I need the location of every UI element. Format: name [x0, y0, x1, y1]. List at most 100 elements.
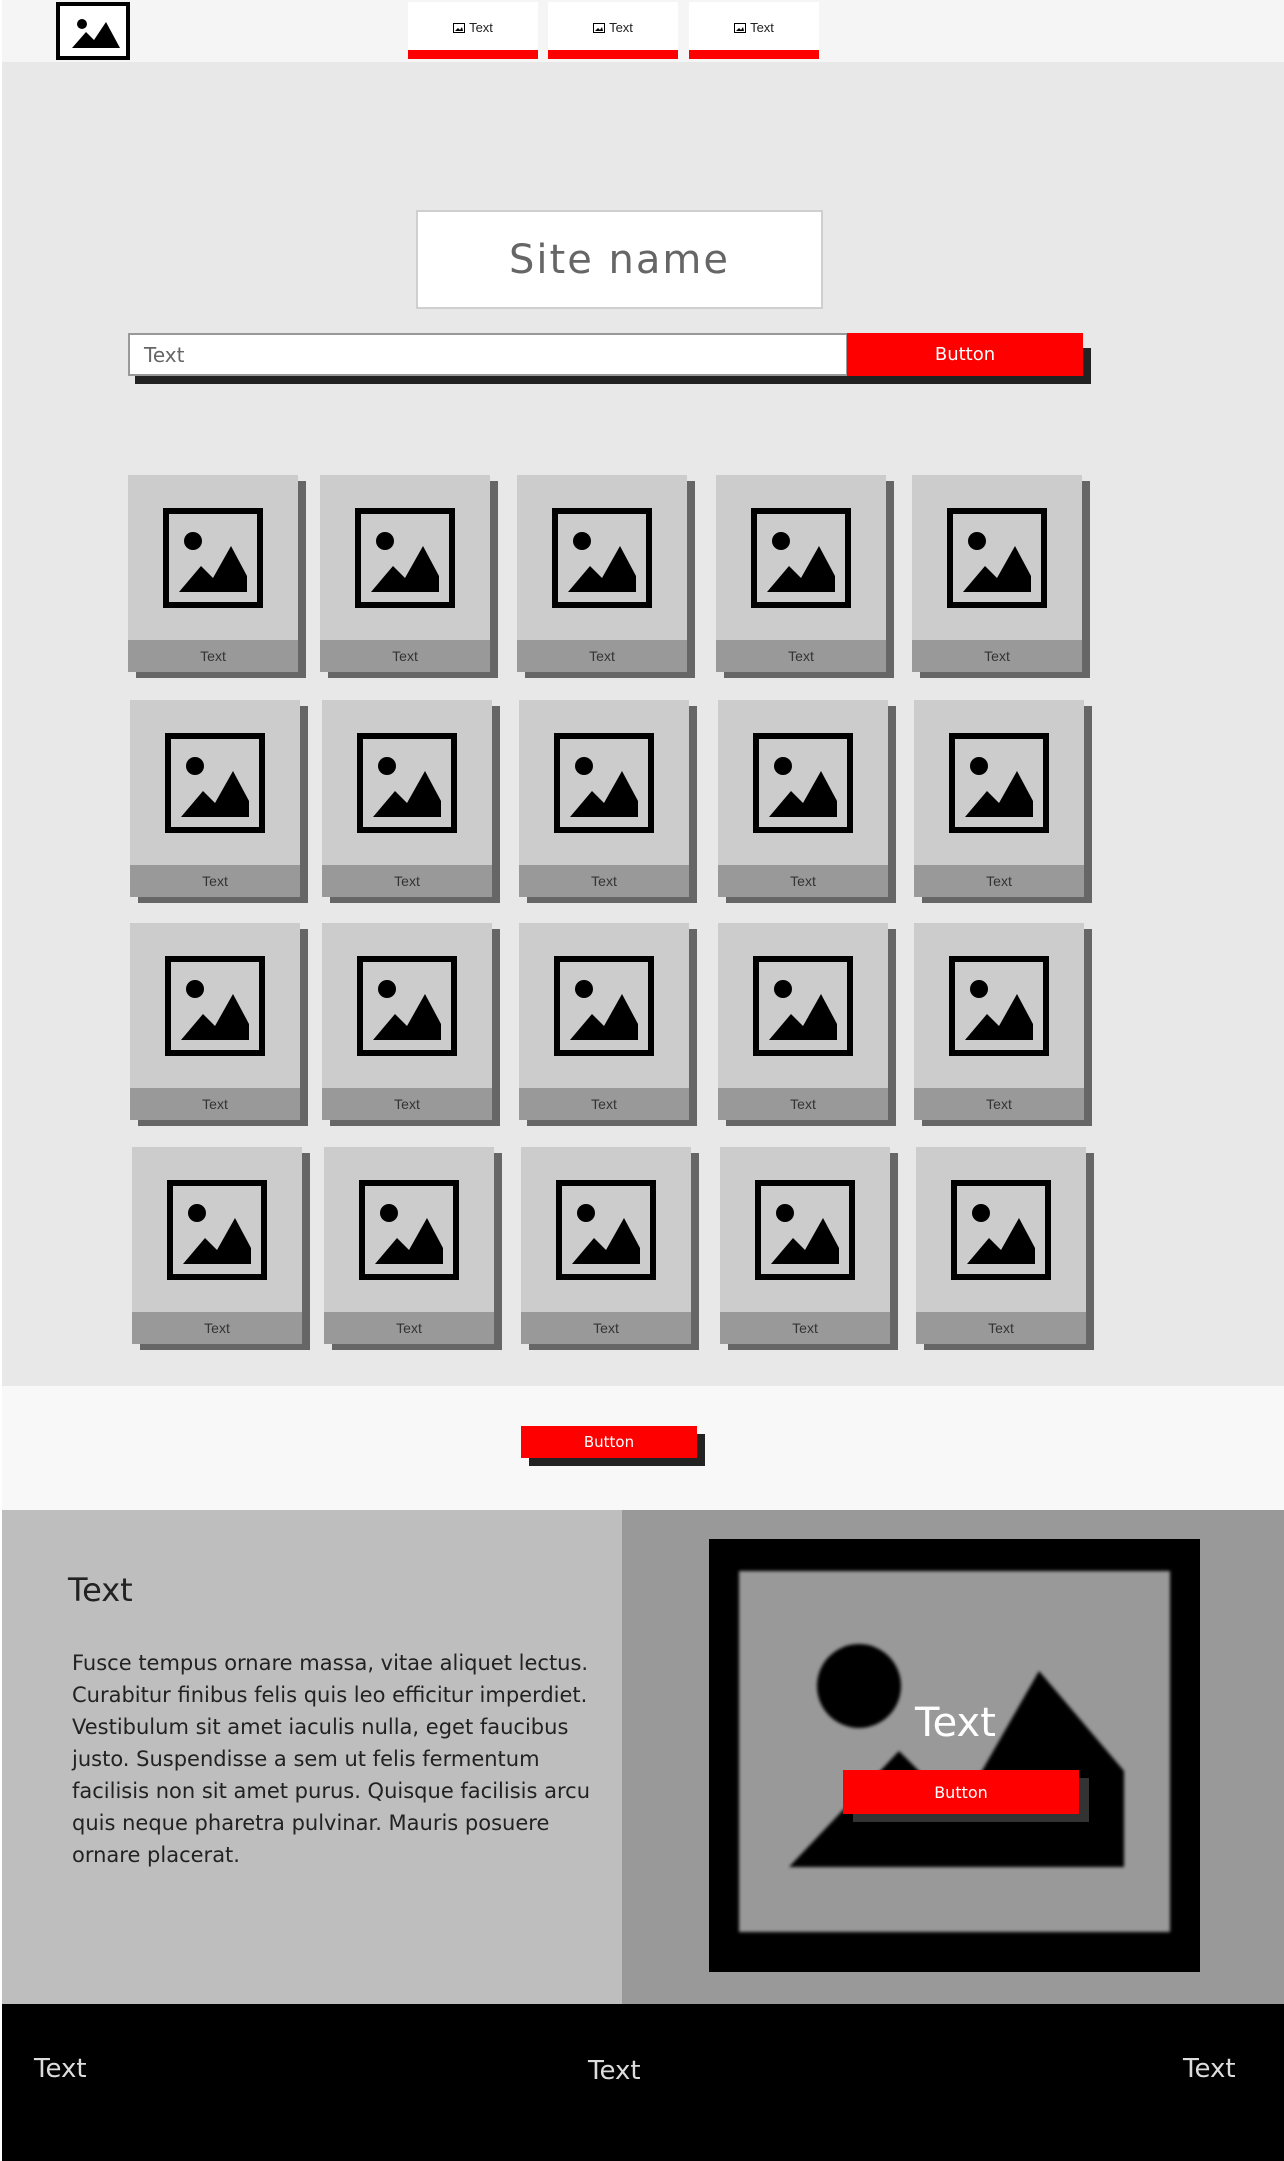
image-icon — [163, 508, 263, 608]
card-label: Text — [130, 1088, 300, 1120]
card-label: Text — [716, 640, 886, 672]
image-icon — [554, 956, 654, 1056]
image-icon — [734, 23, 747, 33]
image-icon — [556, 1180, 656, 1280]
card-face: Text — [130, 923, 300, 1120]
gallery-card[interactable]: Text — [914, 923, 1092, 1126]
image-icon — [753, 956, 853, 1056]
card-face: Text — [914, 700, 1084, 897]
card-label: Text — [130, 865, 300, 897]
card-label: Text — [914, 1088, 1084, 1120]
gallery-card[interactable]: Text — [716, 475, 894, 678]
footer-link-right[interactable]: Text — [1183, 2054, 1236, 2084]
card-label: Text — [916, 1312, 1086, 1344]
nav-tab-1[interactable]: Text — [408, 2, 538, 59]
image-icon — [593, 23, 606, 33]
gallery-card[interactable]: Text — [320, 475, 498, 678]
image-icon — [755, 1180, 855, 1280]
card-label: Text — [320, 640, 490, 672]
image-icon — [355, 508, 455, 608]
card-face: Text — [718, 700, 888, 897]
gallery-card[interactable]: Text — [132, 1147, 310, 1350]
card-face: Text — [324, 1147, 494, 1344]
card-face: Text — [519, 923, 689, 1120]
image-icon — [359, 1180, 459, 1280]
card-face: Text — [720, 1147, 890, 1344]
gallery-card[interactable]: Text — [912, 475, 1090, 678]
card-face: Text — [716, 475, 886, 672]
feature-body: Fusce tempus ornare massa, vitae aliquet… — [72, 1651, 591, 1867]
card-label: Text — [718, 865, 888, 897]
feature-overlay-text: Text — [915, 1700, 996, 1746]
gallery-card[interactable]: Text — [914, 700, 1092, 903]
card-label: Text — [720, 1312, 890, 1344]
nav-tab-label: Text — [469, 20, 493, 35]
card-label: Text — [128, 640, 298, 672]
nav-tab-label: Text — [609, 20, 633, 35]
image-icon — [165, 956, 265, 1056]
feature-button[interactable]: Button — [843, 1770, 1079, 1814]
gallery-card[interactable]: Text — [916, 1147, 1094, 1350]
gallery-card[interactable]: Text — [324, 1147, 502, 1350]
gallery-card[interactable]: Text — [519, 700, 697, 903]
image-icon — [753, 733, 853, 833]
card-face: Text — [521, 1147, 691, 1344]
nav-tab-3[interactable]: Text — [689, 2, 819, 59]
card-label: Text — [519, 865, 689, 897]
card-face: Text — [519, 700, 689, 897]
gallery-card[interactable]: Text — [718, 923, 896, 1126]
image-icon — [949, 956, 1049, 1056]
card-label: Text — [132, 1312, 302, 1344]
card-label: Text — [718, 1088, 888, 1120]
image-icon — [167, 1180, 267, 1280]
card-face: Text — [320, 475, 490, 672]
card-face: Text — [132, 1147, 302, 1344]
gallery-card[interactable]: Text — [322, 700, 500, 903]
gallery-card[interactable]: Text — [130, 700, 308, 903]
gallery-card[interactable]: Text — [718, 700, 896, 903]
footer-link-left[interactable]: Text — [34, 2054, 87, 2084]
card-face: Text — [322, 923, 492, 1120]
image-icon — [949, 733, 1049, 833]
gallery-card[interactable]: Text — [322, 923, 500, 1126]
card-face: Text — [322, 700, 492, 897]
nav-tab-label: Text — [750, 20, 774, 35]
nav-tab-2[interactable]: Text — [548, 2, 678, 59]
feature-title: Text — [68, 1571, 133, 1609]
gallery-card[interactable]: Text — [720, 1147, 898, 1350]
card-label: Text — [324, 1312, 494, 1344]
gallery-card[interactable]: Text — [128, 475, 306, 678]
card-label: Text — [914, 865, 1084, 897]
image-icon — [453, 23, 466, 33]
site-name: Site name — [416, 210, 823, 309]
card-face: Text — [914, 923, 1084, 1120]
gallery-card[interactable]: Text — [521, 1147, 699, 1350]
card-face: Text — [130, 700, 300, 897]
search-button[interactable]: Button — [847, 333, 1083, 376]
card-face: Text — [517, 475, 687, 672]
load-more-button[interactable]: Button — [521, 1426, 697, 1458]
card-label: Text — [519, 1088, 689, 1120]
card-label: Text — [322, 865, 492, 897]
image-icon — [554, 733, 654, 833]
card-label: Text — [521, 1312, 691, 1344]
card-face: Text — [128, 475, 298, 672]
image-icon — [951, 1180, 1051, 1280]
search-input[interactable]: Text — [128, 333, 848, 376]
card-label: Text — [912, 640, 1082, 672]
footer-link-center[interactable]: Text — [588, 2056, 641, 2086]
feature-image-icon — [739, 1571, 1170, 1932]
image-icon — [947, 508, 1047, 608]
footer — [2, 2004, 1284, 2161]
image-icon — [552, 508, 652, 608]
gallery-card[interactable]: Text — [130, 923, 308, 1126]
image-icon — [357, 956, 457, 1056]
gallery-card[interactable]: Text — [519, 923, 697, 1126]
image-icon — [165, 733, 265, 833]
card-face: Text — [916, 1147, 1086, 1344]
gallery-card[interactable]: Text — [517, 475, 695, 678]
card-face: Text — [718, 923, 888, 1120]
logo-image-icon[interactable] — [56, 2, 130, 60]
image-icon — [751, 508, 851, 608]
image-icon — [357, 733, 457, 833]
